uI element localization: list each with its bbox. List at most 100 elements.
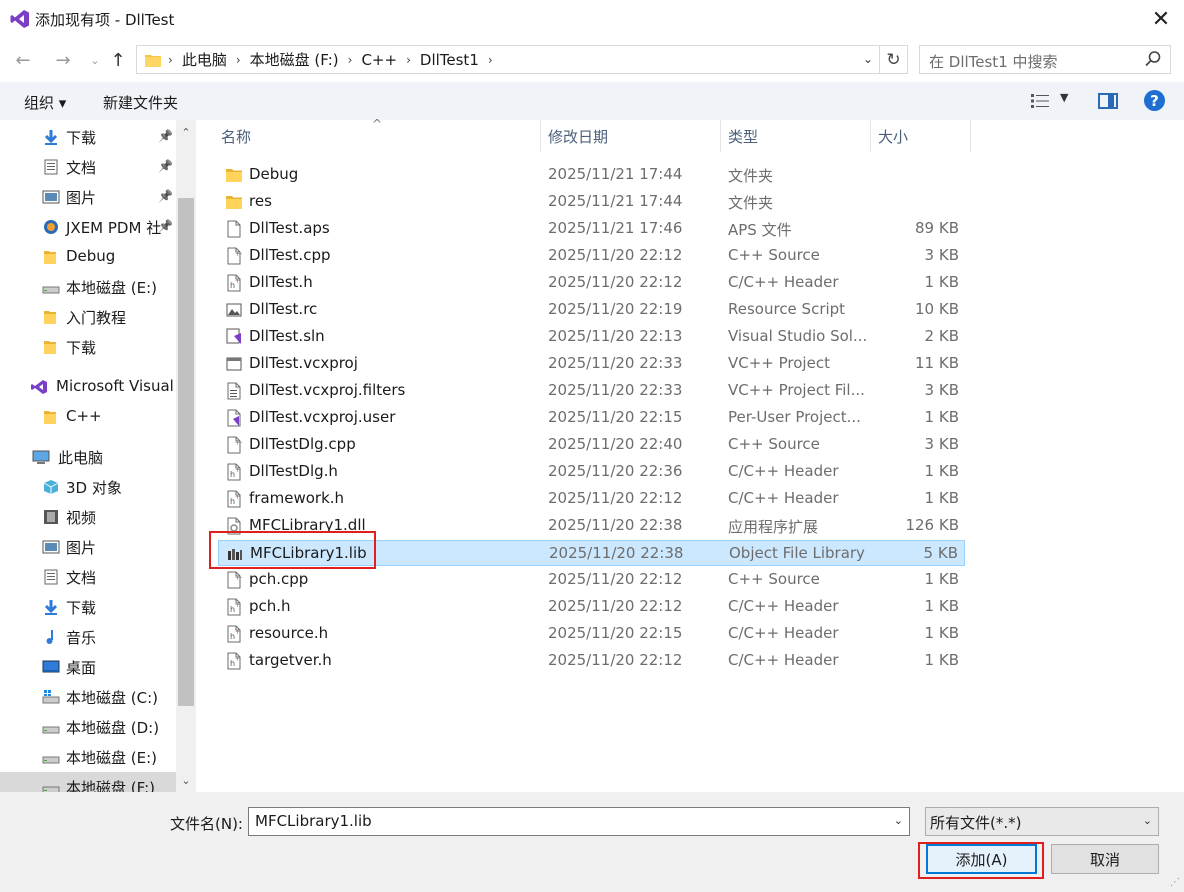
file-row[interactable]: h + resource.h 2025/11/20 22:15 C/C++ Header…: [218, 621, 965, 647]
sidebar-item[interactable]: 此电脑: [0, 442, 176, 472]
command-toolbar: 组织 ▾ 新建文件夹 ▼ ?: [0, 82, 1184, 120]
file-row[interactable]: Debug 2025/11/21 17:44 文件夹: [218, 162, 965, 188]
view-options-dropdown-icon[interactable]: ▼: [1060, 91, 1068, 104]
file-list: 名称 ^ 修改日期 类型 大小 Debug 2025/11/21 17:44 文件夹…: [198, 117, 1184, 792]
cancel-button[interactable]: 取消: [1051, 844, 1159, 874]
sidebar-item[interactable]: 下载: [0, 592, 176, 622]
sidebar-item[interactable]: 本地磁盘 (F:): [0, 772, 176, 792]
sidebar-item[interactable]: Microsoft Visual: [0, 372, 176, 402]
folder-icon: [42, 309, 60, 325]
view-details-icon[interactable]: [1031, 93, 1049, 109]
file-row[interactable]: DllTest.vcxproj.filters 2025/11/20 22:33 V…: [218, 378, 965, 404]
computer-icon: [32, 449, 50, 465]
title-bar: 添加现有项 - DllTest ✕: [0, 0, 1184, 38]
file-row[interactable]: h + DllTestDlg.h 2025/11/20 22:36 C/C++ Head…: [218, 459, 965, 485]
address-bar[interactable]: › 此电脑 › 本地磁盘 (F:) › C++ › DllTest1 › ⌄ ↻: [136, 45, 908, 74]
sidebar-item-label: 图片: [66, 189, 97, 207]
breadcrumb-item[interactable]: 本地磁盘 (F:): [244, 49, 345, 70]
file-type: Object File Library: [729, 544, 865, 562]
sidebar-item[interactable]: 本地磁盘 (E:): [0, 272, 176, 302]
svg-text:+: +: [235, 629, 240, 636]
drive-icon: [42, 749, 60, 765]
file-row[interactable]: DllTest.sln 2025/11/20 22:13 Visual Studio…: [218, 324, 965, 350]
back-arrow-icon[interactable]: ←: [12, 48, 34, 72]
visual-studio-icon: [30, 379, 48, 395]
column-header-name[interactable]: 名称: [221, 120, 251, 152]
sidebar-item[interactable]: 入门教程: [0, 302, 176, 332]
sidebar-item-label: Microsoft Visual: [56, 377, 174, 395]
window-title: 添加现有项 - DllTest: [35, 11, 175, 29]
search-input[interactable]: 在 DllTest1 中搜索: [919, 45, 1171, 74]
file-row[interactable]: DllTest.vcxproj 2025/11/20 22:33 VC++ Proj…: [218, 351, 965, 377]
svg-text:+: +: [235, 278, 240, 285]
sidebar-item-label: 音乐: [66, 629, 97, 647]
file-row[interactable]: DllTest.vcxproj.user 2025/11/20 22:15 Per-…: [218, 405, 965, 431]
sidebar-item-label: 入门教程: [66, 309, 127, 327]
file-size: 11 KB: [915, 354, 959, 372]
breadcrumb-item[interactable]: C++: [355, 51, 403, 69]
nav-scrollbar[interactable]: ⌃ ⌄: [176, 120, 196, 792]
file-row[interactable]: DllTest.aps 2025/11/21 17:46 APS 文件 89 KB: [218, 216, 965, 242]
breadcrumb-item[interactable]: DllTest1: [414, 51, 485, 69]
up-arrow-icon[interactable]: ↑: [107, 48, 129, 72]
filename-field[interactable]: MFCLibrary1.lib ⌄: [248, 807, 910, 836]
help-icon[interactable]: ?: [1144, 90, 1165, 111]
file-date: 2025/11/20 22:12: [548, 246, 683, 264]
file-row[interactable]: res 2025/11/21 17:44 文件夹: [218, 189, 965, 215]
add-button[interactable]: 添加(A): [926, 844, 1037, 874]
chevron-down-icon[interactable]: ⌄: [894, 814, 903, 827]
resize-grip-icon[interactable]: ⋰: [1170, 877, 1180, 888]
folder-icon: [42, 409, 60, 425]
file-row[interactable]: ++ DllTestDlg.cpp 2025/11/20 22:40 C++ Sour…: [218, 432, 965, 458]
forward-arrow-icon[interactable]: →: [52, 48, 74, 72]
file-size: 1 KB: [924, 489, 959, 507]
close-icon[interactable]: ✕: [1148, 6, 1174, 32]
sidebar-item[interactable]: 本地磁盘 (E:): [0, 742, 176, 772]
file-size: 126 KB: [905, 516, 959, 534]
file-row[interactable]: MFCLibrary1.lib 2025/11/20 22:38 Object Fi…: [218, 540, 965, 566]
sidebar-item[interactable]: C++: [0, 402, 176, 432]
file-row[interactable]: DllTest.rc 2025/11/20 22:19 Resource Scrip…: [218, 297, 965, 323]
preview-pane-icon[interactable]: [1098, 93, 1118, 109]
refresh-icon[interactable]: ↻: [879, 46, 907, 73]
file-type-filter[interactable]: 所有文件(*.*) ⌄: [925, 807, 1159, 836]
scroll-thumb[interactable]: [178, 198, 194, 706]
sidebar-item[interactable]: 本地磁盘 (D:): [0, 712, 176, 742]
file-row[interactable]: ++ pch.cpp 2025/11/20 22:12 C++ Source 1 KB: [218, 567, 965, 593]
column-header-type[interactable]: 类型: [728, 120, 758, 152]
sidebar-item[interactable]: 本地磁盘 (C:): [0, 682, 176, 712]
sidebar-item[interactable]: 下载 📌: [0, 122, 176, 152]
column-header-date[interactable]: 修改日期: [548, 120, 608, 152]
file-row[interactable]: h + targetver.h 2025/11/20 22:12 C/C++ Heade…: [218, 648, 965, 674]
file-row[interactable]: MFCLibrary1.dll 2025/11/20 22:38 应用程序扩展 126…: [218, 513, 965, 539]
file-row[interactable]: h + framework.h 2025/11/20 22:12 C/C++ Heade…: [218, 486, 965, 512]
sidebar-item[interactable]: 3D 对象: [0, 472, 176, 502]
file-row[interactable]: h + DllTest.h 2025/11/20 22:12 C/C++ Header 1…: [218, 270, 965, 296]
file-row[interactable]: h + pch.h 2025/11/20 22:12 C/C++ Header 1 KB: [218, 594, 965, 620]
organize-button[interactable]: 组织 ▾: [24, 92, 66, 113]
file-size: 3 KB: [924, 435, 959, 453]
file-date: 2025/11/20 22:36: [548, 462, 683, 480]
sidebar-item[interactable]: 桌面: [0, 652, 176, 682]
sidebar-item[interactable]: 图片: [0, 532, 176, 562]
sidebar-item[interactable]: 下载: [0, 332, 176, 362]
sidebar-item[interactable]: 视频: [0, 502, 176, 532]
sidebar-item[interactable]: 文档: [0, 562, 176, 592]
file-name: DllTest.vcxproj.filters: [249, 381, 406, 399]
recent-chevron-down-icon[interactable]: ⌄: [84, 48, 106, 72]
chevron-down-icon[interactable]: ⌄: [859, 50, 877, 68]
breadcrumb: › 此电脑 › 本地磁盘 (F:) › C++ › DllTest1 ›: [145, 46, 496, 73]
file-row[interactable]: ++ DllTest.cpp 2025/11/20 22:12 C++ Source 3…: [218, 243, 965, 269]
sidebar-item[interactable]: 图片 📌: [0, 182, 176, 212]
scroll-up-icon[interactable]: ⌃: [176, 122, 196, 142]
sidebar-item-label: JXEM PDM 社: [66, 219, 162, 237]
sidebar-item[interactable]: Debug: [0, 242, 176, 272]
file-date: 2025/11/20 22:12: [548, 570, 683, 588]
sidebar-item[interactable]: 音乐: [0, 622, 176, 652]
sidebar-item[interactable]: 文档 📌: [0, 152, 176, 182]
column-header-size[interactable]: 大小: [878, 120, 908, 152]
sidebar-item[interactable]: JXEM PDM 社 📌: [0, 212, 176, 242]
scroll-down-icon[interactable]: ⌄: [176, 770, 196, 790]
breadcrumb-item[interactable]: 此电脑: [176, 49, 233, 70]
new-folder-button[interactable]: 新建文件夹: [103, 92, 178, 113]
